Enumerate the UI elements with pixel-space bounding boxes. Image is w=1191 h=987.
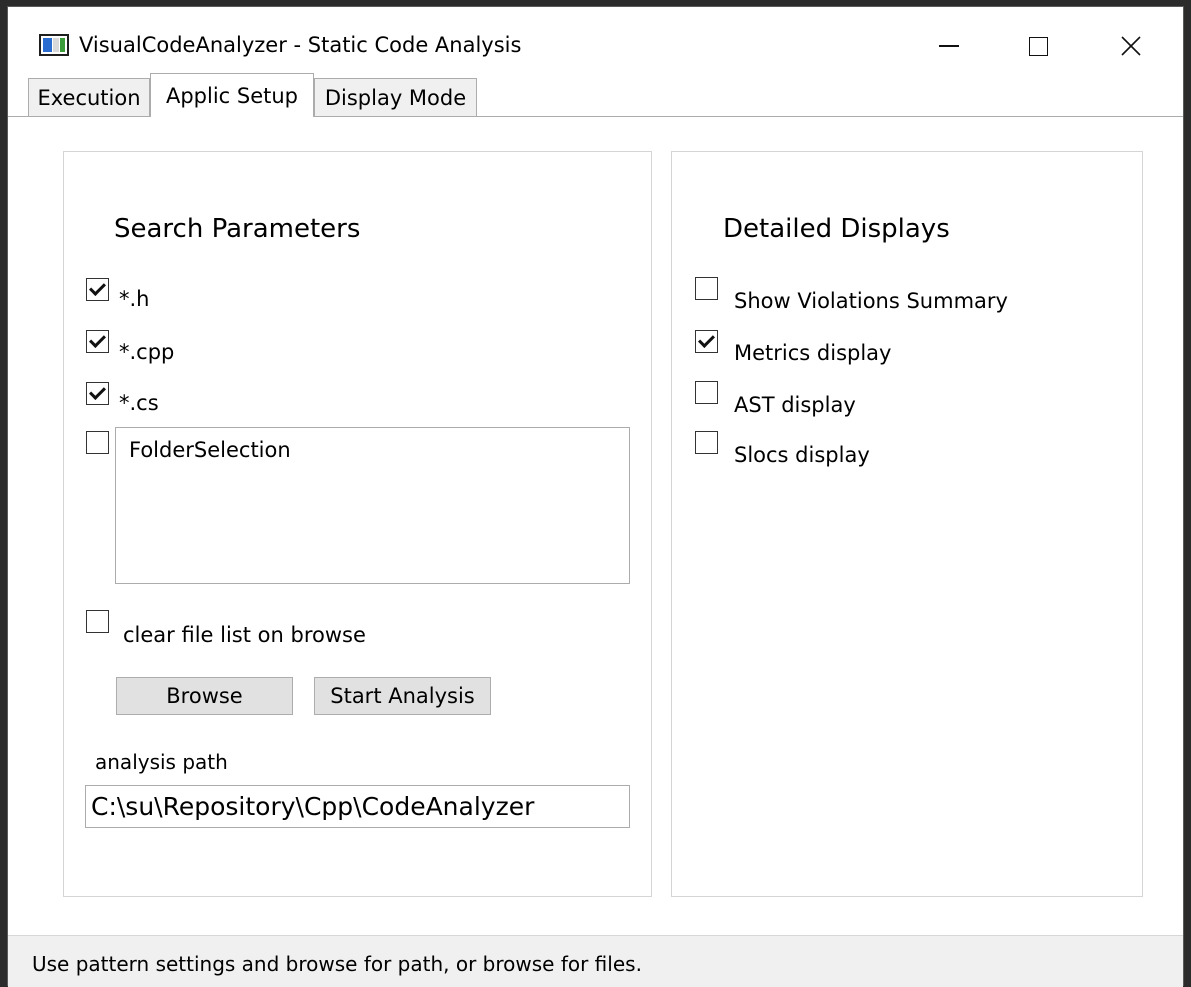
pattern-cs-label: *.cs — [119, 391, 159, 415]
close-icon — [1121, 36, 1141, 56]
slocs-display-label: Slocs display — [734, 443, 870, 467]
app-icon — [39, 34, 69, 56]
status-text: Use pattern settings and browse for path… — [32, 952, 642, 976]
list-item[interactable]: FolderSelection — [129, 438, 291, 462]
minimize-button[interactable] — [919, 21, 979, 71]
analysis-path-input[interactable]: C:\su\Repository\Cpp\CodeAnalyzer — [85, 785, 630, 828]
folder-selection-checkbox[interactable] — [86, 431, 109, 454]
slocs-display-checkbox[interactable] — [695, 431, 718, 454]
minimize-icon — [939, 45, 959, 47]
start-analysis-button[interactable]: Start Analysis — [314, 677, 491, 715]
window-title: VisualCodeAnalyzer - Static Code Analysi… — [79, 33, 522, 57]
search-parameters-heading: Search Parameters — [114, 214, 361, 244]
app-window: VisualCodeAnalyzer - Static Code Analysi… — [7, 6, 1184, 987]
pattern-h-checkbox[interactable] — [86, 278, 109, 301]
title-bar[interactable]: VisualCodeAnalyzer - Static Code Analysi… — [8, 7, 1183, 75]
show-violations-label: Show Violations Summary — [734, 289, 1008, 313]
detailed-displays-panel: Detailed Displays Show Violations Summar… — [671, 151, 1143, 897]
folder-list[interactable]: FolderSelection — [115, 427, 630, 584]
metrics-display-checkbox[interactable] — [695, 330, 718, 353]
ast-display-checkbox[interactable] — [695, 381, 718, 404]
pattern-cpp-checkbox[interactable] — [86, 330, 109, 353]
metrics-display-label: Metrics display — [734, 341, 892, 365]
tab-applic-setup[interactable]: Applic Setup — [150, 73, 314, 117]
checkmark-icon — [89, 331, 106, 348]
clear-file-list-label: clear file list on browse — [123, 623, 366, 647]
checkmark-icon — [89, 279, 106, 296]
maximize-icon — [1028, 36, 1048, 56]
show-violations-checkbox[interactable] — [695, 277, 718, 300]
detailed-displays-heading: Detailed Displays — [723, 214, 950, 244]
checkmark-icon — [698, 331, 715, 348]
maximize-button[interactable] — [1008, 21, 1068, 71]
pattern-h-label: *.h — [119, 287, 150, 311]
tab-execution[interactable]: Execution — [28, 78, 150, 117]
close-button[interactable] — [1101, 21, 1161, 71]
ast-display-label: AST display — [734, 393, 856, 417]
pattern-cs-checkbox[interactable] — [86, 382, 109, 405]
tab-strip: Execution Applic Setup Display Mode — [8, 73, 1183, 117]
checkmark-icon — [89, 383, 106, 400]
status-bar: Use pattern settings and browse for path… — [8, 935, 1183, 987]
clear-file-list-checkbox[interactable] — [86, 610, 109, 633]
search-parameters-panel: Search Parameters *.h *.cpp *.cs FolderS… — [63, 151, 652, 897]
tab-display-mode[interactable]: Display Mode — [314, 78, 477, 117]
pattern-cpp-label: *.cpp — [119, 340, 175, 364]
analysis-path-label: analysis path — [95, 750, 228, 774]
browse-button[interactable]: Browse — [116, 677, 293, 715]
